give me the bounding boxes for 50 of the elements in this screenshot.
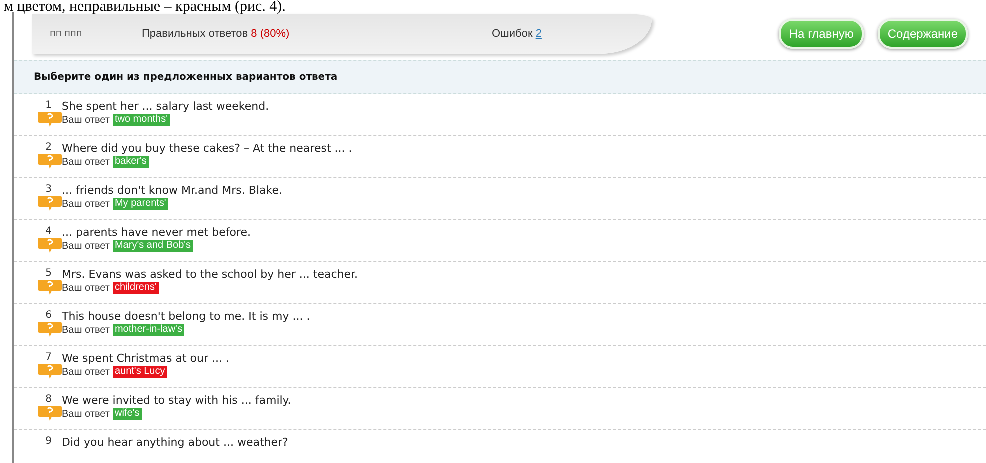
question-text: ... friends don't know Mr.and Mrs. Blake. [62,184,282,198]
question-text: ... parents have never met before. [62,226,251,240]
question-number: 6 [46,310,52,321]
question-number: 3 [46,184,52,195]
question-text: Mrs. Evans was asked to the school by her ... teacher. [62,268,358,282]
question-text: This house doesn't belong to me. It is my ... . [62,310,310,324]
question-number: 9 [46,436,52,447]
question-bubble-icon [38,237,62,253]
answer-label: Ваш ответ [62,198,110,210]
question-bubble-icon [38,405,62,421]
answer-label: Ваш ответ [62,240,110,252]
answer-value: aunt's Lucy [112,366,168,378]
errors-link[interactable]: 2 [536,28,542,40]
answer-label: Ваш ответ [62,114,110,126]
question-text: We were invited to stay with his ... family. [62,394,292,408]
question-bubble-icon [38,153,62,169]
question-bubble-icon [38,111,62,127]
question-number: 4 [46,226,52,237]
user-name: пп ппп [50,29,84,39]
answer-value: wife's [112,408,142,420]
answer-value: childrens' [112,282,159,294]
answer-label: Ваш ответ [62,366,110,378]
home-button[interactable]: На главную [779,19,864,49]
answer-label: Ваш ответ [62,156,110,168]
question-text: Did you hear anything about ... weather? [62,436,288,450]
question-bubble-icon [38,321,62,337]
answer-label: Ваш ответ [62,282,110,294]
question-number: 7 [46,352,52,363]
question-text: We spent Christmas at our ... . [62,352,230,366]
answer-label: Ваш ответ [62,408,110,420]
question-number: 1 [46,100,52,111]
answer-label: Ваш ответ [62,324,110,336]
instruction-text: Выберите один из предложенных вариантов ответа [34,72,338,82]
answer-value: mother-in-law's [112,324,184,336]
answer-value: two months' [112,114,170,126]
document-text: м цветом, неправильные – красным (рис. 4). [3,0,287,12]
answer-value: My parents' [112,198,168,210]
question-number: 8 [46,394,52,405]
errors-text: Ошибок 2 [492,28,542,40]
answer-value: baker's [112,156,149,168]
question-text: Where did you buy these cakes? – At the nearest ... . [62,142,352,156]
question-bubble-icon [38,363,62,379]
question-bubble-icon [38,195,62,211]
answer-value: Mary's and Bob's [112,240,194,252]
correct-answers-text: Правильных ответов 8 (80%) [142,28,291,40]
question-number: 5 [46,268,52,279]
question-number: 2 [46,142,52,153]
question-bubble-icon [38,279,62,295]
question-text: She spent her ... salary last weekend. [62,100,270,114]
contents-button[interactable]: Содержание [878,19,968,49]
